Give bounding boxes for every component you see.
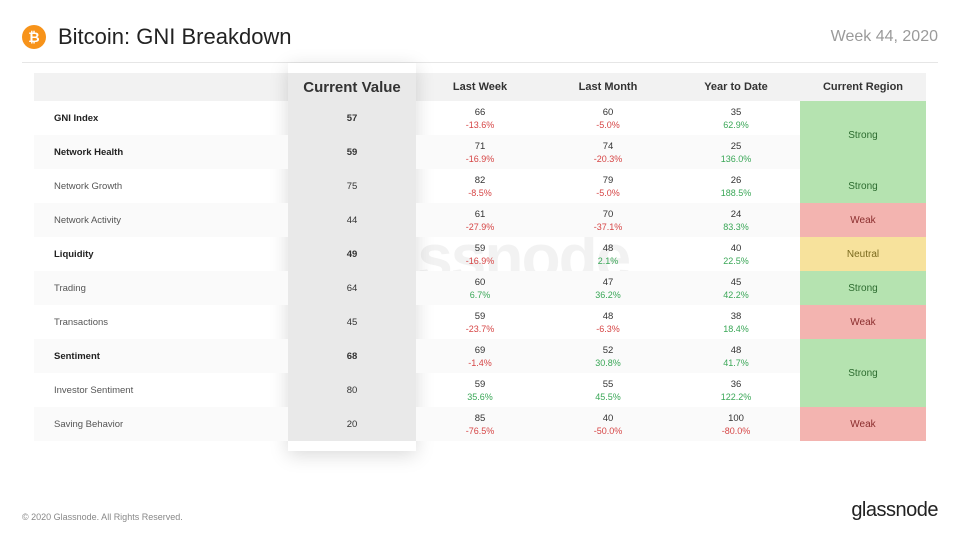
header: ₿ Bitcoin: GNI Breakdown Week 44, 2020: [0, 0, 960, 62]
metric-label: Saving Behavior: [34, 407, 288, 441]
value-cell: 71-16.9%: [416, 135, 544, 169]
metric-label: Network Health: [34, 135, 288, 169]
brand-logo: glassnode: [851, 499, 938, 522]
current-value-cell: 75: [288, 169, 416, 203]
table-row: Transactions4559-23.7%48-6.3%3818.4%: [34, 305, 926, 339]
table-row: Trading64606.7%4736.2%4542.2%: [34, 271, 926, 305]
col-region: Current Region: [800, 81, 926, 93]
value-cell: 82-8.5%: [416, 169, 544, 203]
region-cell: Strong: [800, 339, 926, 407]
metric-label: Network Activity: [34, 203, 288, 237]
region-column: StrongStrongWeakNeutralStrongWeakStrongW…: [800, 101, 926, 441]
value-cell: 59-23.7%: [416, 305, 544, 339]
current-value-cell: 20: [288, 407, 416, 441]
region-cell: Strong: [800, 271, 926, 305]
current-value-cell: 68: [288, 339, 416, 373]
table-row: Sentiment6869-1.4%5230.8%4841.7%: [34, 339, 926, 373]
region-cell: Weak: [800, 407, 926, 441]
value-cell: 482.1%: [544, 237, 672, 271]
value-cell: 66-13.6%: [416, 101, 544, 135]
current-value-cell: 49: [288, 237, 416, 271]
footer: © 2020 Glassnode. All Rights Reserved. g…: [22, 499, 938, 522]
value-cell: 3818.4%: [672, 305, 800, 339]
value-cell: 61-27.9%: [416, 203, 544, 237]
table-row: Network Health5971-16.9%74-20.3%25136.0%: [34, 135, 926, 169]
value-cell: 4841.7%: [672, 339, 800, 373]
metric-label: Liquidity: [34, 237, 288, 271]
value-cell: 3562.9%: [672, 101, 800, 135]
metric-label: GNI Index: [34, 101, 288, 135]
region-cell: Strong: [800, 169, 926, 203]
value-cell: 60-5.0%: [544, 101, 672, 135]
col-current: Current Value: [288, 73, 416, 101]
value-cell: 5935.6%: [416, 373, 544, 407]
col-last-month: Last Month: [544, 81, 672, 93]
title-wrap: ₿ Bitcoin: GNI Breakdown: [22, 24, 292, 50]
table-row: Investor Sentiment805935.6%5545.5%36122.…: [34, 373, 926, 407]
region-cell: Weak: [800, 203, 926, 237]
table-body: GNI Index5766-13.6%60-5.0%3562.9%Network…: [34, 101, 926, 441]
value-cell: 85-76.5%: [416, 407, 544, 441]
metric-label: Sentiment: [34, 339, 288, 373]
col-last-week: Last Week: [416, 81, 544, 93]
region-cell: Neutral: [800, 237, 926, 271]
bitcoin-icon: ₿: [22, 25, 46, 49]
value-cell: 59-16.9%: [416, 237, 544, 271]
table-row: Network Growth7582-8.5%79-5.0%26188.5%: [34, 169, 926, 203]
col-ytd: Year to Date: [672, 81, 800, 93]
region-cell: Strong: [800, 101, 926, 169]
value-cell: 74-20.3%: [544, 135, 672, 169]
value-cell: 40-50.0%: [544, 407, 672, 441]
current-value-cell: 80: [288, 373, 416, 407]
current-value-cell: 57: [288, 101, 416, 135]
value-cell: 2483.3%: [672, 203, 800, 237]
copyright: © 2020 Glassnode. All Rights Reserved.: [22, 512, 183, 522]
value-cell: 100-80.0%: [672, 407, 800, 441]
table-row: Saving Behavior2085-76.5%40-50.0%100-80.…: [34, 407, 926, 441]
week-label: Week 44, 2020: [831, 28, 938, 46]
metric-label: Transactions: [34, 305, 288, 339]
value-cell: 48-6.3%: [544, 305, 672, 339]
metric-label: Network Growth: [34, 169, 288, 203]
metric-label: Trading: [34, 271, 288, 305]
table-header: Current Value Last Week Last Month Year …: [34, 73, 926, 101]
value-cell: 4542.2%: [672, 271, 800, 305]
value-cell: 606.7%: [416, 271, 544, 305]
value-cell: 4022.5%: [672, 237, 800, 271]
gni-table: glassnode Current Value Last Week Last M…: [34, 73, 926, 441]
current-value-cell: 59: [288, 135, 416, 169]
table-row: Liquidity4959-16.9%482.1%4022.5%: [34, 237, 926, 271]
value-cell: 26188.5%: [672, 169, 800, 203]
page-title: Bitcoin: GNI Breakdown: [58, 24, 292, 50]
value-cell: 79-5.0%: [544, 169, 672, 203]
value-cell: 4736.2%: [544, 271, 672, 305]
value-cell: 5230.8%: [544, 339, 672, 373]
current-value-cell: 44: [288, 203, 416, 237]
current-value-cell: 45: [288, 305, 416, 339]
value-cell: 25136.0%: [672, 135, 800, 169]
current-value-cell: 64: [288, 271, 416, 305]
divider: [22, 62, 938, 63]
table-row: Network Activity4461-27.9%70-37.1%2483.3…: [34, 203, 926, 237]
value-cell: 70-37.1%: [544, 203, 672, 237]
metric-label: Investor Sentiment: [34, 373, 288, 407]
table-row: GNI Index5766-13.6%60-5.0%3562.9%: [34, 101, 926, 135]
region-cell: Weak: [800, 305, 926, 339]
value-cell: 5545.5%: [544, 373, 672, 407]
value-cell: 36122.2%: [672, 373, 800, 407]
value-cell: 69-1.4%: [416, 339, 544, 373]
